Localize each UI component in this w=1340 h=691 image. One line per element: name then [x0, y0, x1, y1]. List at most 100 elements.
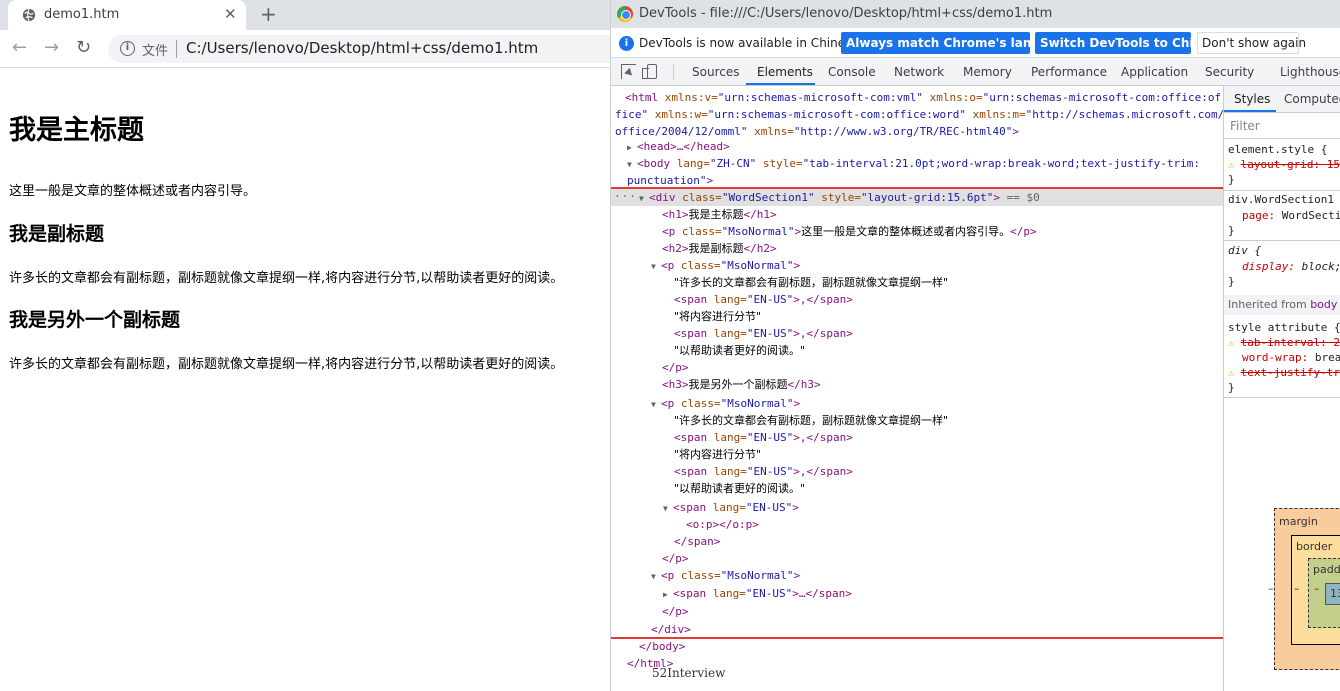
tree-line-text[interactable]: "将内容进行分节"	[674, 446, 761, 463]
browser-window: demo1.htm ✕ + ← → ↻ i 文件 C:/Users/lenovo…	[0, 0, 648, 691]
reload-button[interactable]: ↻	[76, 37, 91, 58]
tree-line-div-selected[interactable]: ▼ <div class="WordSection1" style="layout…	[639, 189, 1040, 206]
box-model-value[interactable]: –	[1294, 582, 1300, 595]
tree-line-span-expanded[interactable]: ▼ <span lang="EN-US">	[663, 499, 799, 516]
box-model-margin[interactable]: margin border padding 13	[1274, 508, 1340, 670]
box-model-value[interactable]: –	[1314, 582, 1320, 595]
tab-application[interactable]: Application	[1121, 65, 1188, 79]
devtools-window: DevTools - file:///C:/Users/lenovo/Deskt…	[610, 0, 1340, 691]
rule-property[interactable]: ⚠ layout-grid: 15.6pt;	[1228, 157, 1340, 173]
inspect-element-icon[interactable]	[621, 64, 636, 79]
tab-lighthouse[interactable]: Lighthouse	[1280, 65, 1340, 79]
tree-line-div-close[interactable]: </div>	[651, 621, 691, 638]
rule-selector: div.WordSection1	[1228, 193, 1334, 206]
address-separator	[176, 40, 177, 58]
tree-line-text[interactable]: "许多长的文章都会有副标题，副标题就像文章提纲一样"	[674, 274, 948, 291]
browser-tab[interactable]: demo1.htm ✕	[8, 0, 246, 30]
rule-property[interactable]: ⚠ text-justify-trim: punctuation;	[1228, 365, 1340, 381]
collapse-arrow-icon[interactable]: ▼	[651, 568, 661, 585]
tree-line-p-close[interactable]: </p>	[662, 550, 689, 567]
inherited-header: Inherited from body	[1224, 295, 1340, 315]
back-button[interactable]: ←	[12, 37, 27, 58]
address-bar[interactable]: i 文件 C:/Users/lenovo/Desktop/html+css/de…	[108, 35, 648, 63]
tree-line-op[interactable]: <o:p></o:p>	[686, 516, 759, 533]
rule-property[interactable]: display: block;	[1242, 259, 1340, 274]
tab-security[interactable]: Security	[1205, 65, 1254, 79]
switch-to-chinese-button[interactable]: Switch DevTools to Chinese	[1035, 32, 1225, 54]
active-tab-indicator	[1224, 110, 1276, 112]
tree-line-p-close[interactable]: </p>	[662, 359, 689, 376]
match-language-button[interactable]: Always match Chrome's language	[841, 32, 1073, 54]
device-toolbar-icon[interactable]	[642, 64, 657, 79]
tree-line-body-cont: punctuation">	[627, 174, 714, 187]
box-model-value[interactable]: –	[1268, 582, 1274, 595]
tree-line-span-close[interactable]: </span>	[674, 533, 720, 550]
tab-styles[interactable]: Styles	[1234, 92, 1270, 106]
close-icon[interactable]: ✕	[224, 5, 237, 23]
tree-line-h1[interactable]: <h1>我是主标题</h1>	[662, 206, 777, 223]
rule-property[interactable]: page: WordSection1;	[1242, 208, 1340, 223]
rule-property[interactable]: ⚠ tab-interval: 21.0pt;	[1228, 335, 1340, 351]
tab-network[interactable]: Network	[894, 65, 944, 79]
expand-arrow-icon[interactable]: ▶	[663, 586, 673, 603]
box-model-diagram: margin border padding 13 – – –	[1268, 508, 1340, 670]
tree-line-span[interactable]: <span lang="EN-US">,</span>	[674, 291, 853, 308]
rule-close: }	[1228, 173, 1235, 186]
tree-line-text[interactable]: "许多长的文章都会有副标题，副标题就像文章提纲一样"	[674, 412, 948, 429]
box-model-padding[interactable]: padding 13	[1308, 558, 1340, 628]
collapse-arrow-icon[interactable]: ▼	[651, 258, 661, 275]
rule-close: }	[1228, 275, 1235, 288]
globe-icon	[22, 8, 36, 22]
tree-line-span[interactable]: <span lang="EN-US">,</span>	[674, 463, 853, 480]
collapse-arrow-icon[interactable]: ▼	[651, 396, 661, 413]
tree-line-html[interactable]: <html xmlns:v="urn:schemas-microsoft-com…	[625, 89, 1221, 106]
tree-line-text[interactable]: "将内容进行分节"	[674, 308, 761, 325]
box-model-content[interactable]: 13	[1325, 583, 1340, 605]
tree-line-p-close[interactable]: </p>	[662, 603, 689, 620]
tree-line-head[interactable]: ▶ <head>…</head>	[627, 138, 730, 155]
collapse-arrow-icon[interactable]: ▼	[639, 190, 649, 207]
new-tab-button[interactable]: +	[260, 2, 277, 26]
elements-tree: ··· <html xmlns:v="urn:schemas-microsoft…	[611, 86, 1227, 691]
page-heading-3: 我是另外一个副标题	[9, 309, 181, 331]
tab-sources[interactable]: Sources	[692, 65, 739, 79]
tree-line-p3[interactable]: ▼ <p class="MsoNormal">	[651, 395, 800, 412]
styles-filter-input[interactable]: Filter	[1224, 113, 1340, 139]
tree-line-p2[interactable]: ▼ <p class="MsoNormal">	[651, 257, 800, 274]
tree-line-span[interactable]: <span lang="EN-US">,</span>	[674, 325, 853, 342]
tree-line-text[interactable]: "以帮助读者更好的阅读。"	[674, 342, 805, 359]
tree-line-body[interactable]: ▼ <body lang="ZH-CN" style="tab-interval:…	[627, 155, 1200, 172]
node-menu-icon[interactable]: ···	[614, 190, 637, 203]
tree-line-h3[interactable]: <h3>我是另外一个副标题</h3>	[662, 376, 821, 393]
tree-line-body-close[interactable]: </body>	[639, 638, 685, 655]
tab-performance[interactable]: Performance	[1031, 65, 1107, 79]
tab-computed[interactable]: Computed	[1284, 92, 1340, 106]
collapse-arrow-icon[interactable]: ▼	[663, 500, 673, 517]
tab-memory[interactable]: Memory	[963, 65, 1012, 79]
expand-arrow-icon[interactable]: ▶	[627, 139, 637, 156]
tree-line-text[interactable]: "以帮助读者更好的阅读。"	[674, 480, 805, 497]
tab-title: demo1.htm	[44, 7, 120, 22]
tree-line-span-collapsed[interactable]: ▶ <span lang="EN-US">…</span>	[663, 585, 852, 602]
active-tab-indicator	[746, 83, 815, 85]
toolbar-divider	[673, 64, 674, 80]
tree-line-h2[interactable]: <h2>我是副标题</h2>	[662, 240, 777, 257]
browser-toolbar: ← → ↻ i 文件 C:/Users/lenovo/Desktop/html+…	[0, 30, 648, 68]
forward-button[interactable]: →	[44, 37, 59, 58]
address-url[interactable]: C:/Users/lenovo/Desktop/html+css/demo1.h…	[186, 39, 538, 57]
rule-close: }	[1228, 381, 1235, 394]
inherited-body-link[interactable]: body	[1310, 298, 1337, 311]
dont-show-again-button[interactable]: Don't show again	[1197, 32, 1306, 54]
collapse-arrow-icon[interactable]: ▼	[627, 156, 637, 173]
tab-console[interactable]: Console	[828, 65, 876, 79]
tree-line-p4[interactable]: ▼ <p class="MsoNormal">	[651, 567, 800, 584]
devtools-tabbar: Sources Elements Console Network Memory …	[611, 58, 1340, 86]
tab-elements[interactable]: Elements	[757, 65, 813, 79]
info-icon[interactable]: i	[120, 41, 135, 56]
tree-line-html-cont: fice" xmlns:w="urn:schemas-microsoft-com…	[615, 108, 1225, 121]
warning-icon: ⚠	[1228, 368, 1235, 379]
tree-line-span[interactable]: <span lang="EN-US">,</span>	[674, 429, 853, 446]
rule-property[interactable]: word-wrap: break-word;	[1242, 350, 1340, 365]
tree-line-p1[interactable]: <p class="MsoNormal">这里一般是文章的整体概述或者内容引导。…	[662, 223, 1037, 240]
devtools-window-title: DevTools - file:///C:/Users/lenovo/Deskt…	[639, 6, 1053, 21]
